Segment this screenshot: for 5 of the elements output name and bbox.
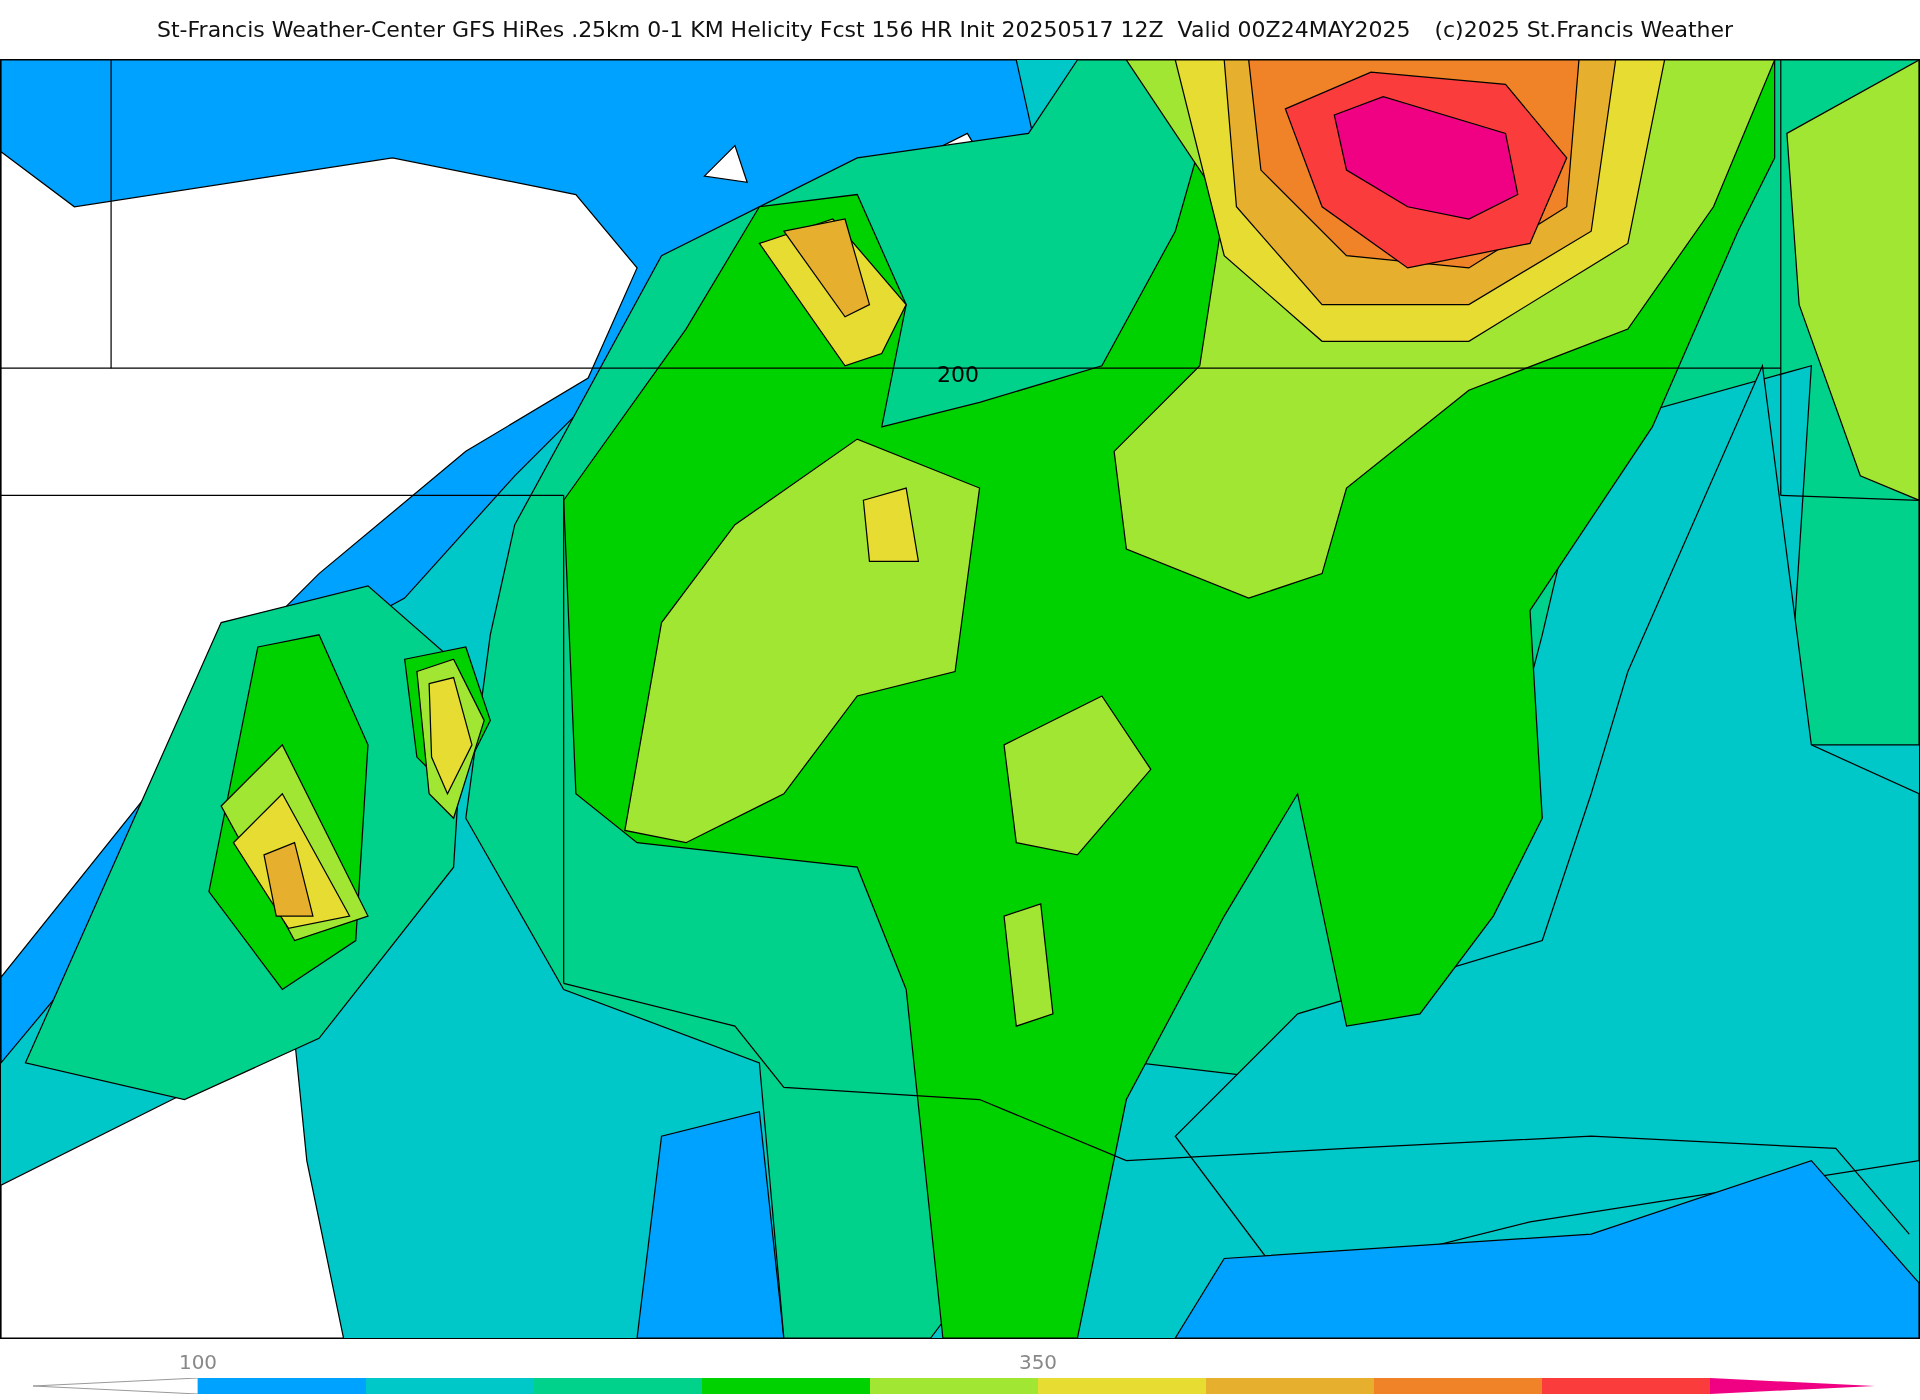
copyright-text: (c)2025 St.Francis Weather xyxy=(1434,17,1734,42)
colorbar-tick-label: 350 xyxy=(1018,1350,1058,1374)
contour-label: 200 xyxy=(937,362,979,387)
chart-title: St-Francis Weather-Center GFS HiRes .25km 0-1 KM Helicity Fcst 156 HR Init 20250517 12Z Valid 00Z24MAY2025 xyxy=(157,17,1411,42)
colorbar-tick-label: 100 xyxy=(178,1350,218,1374)
